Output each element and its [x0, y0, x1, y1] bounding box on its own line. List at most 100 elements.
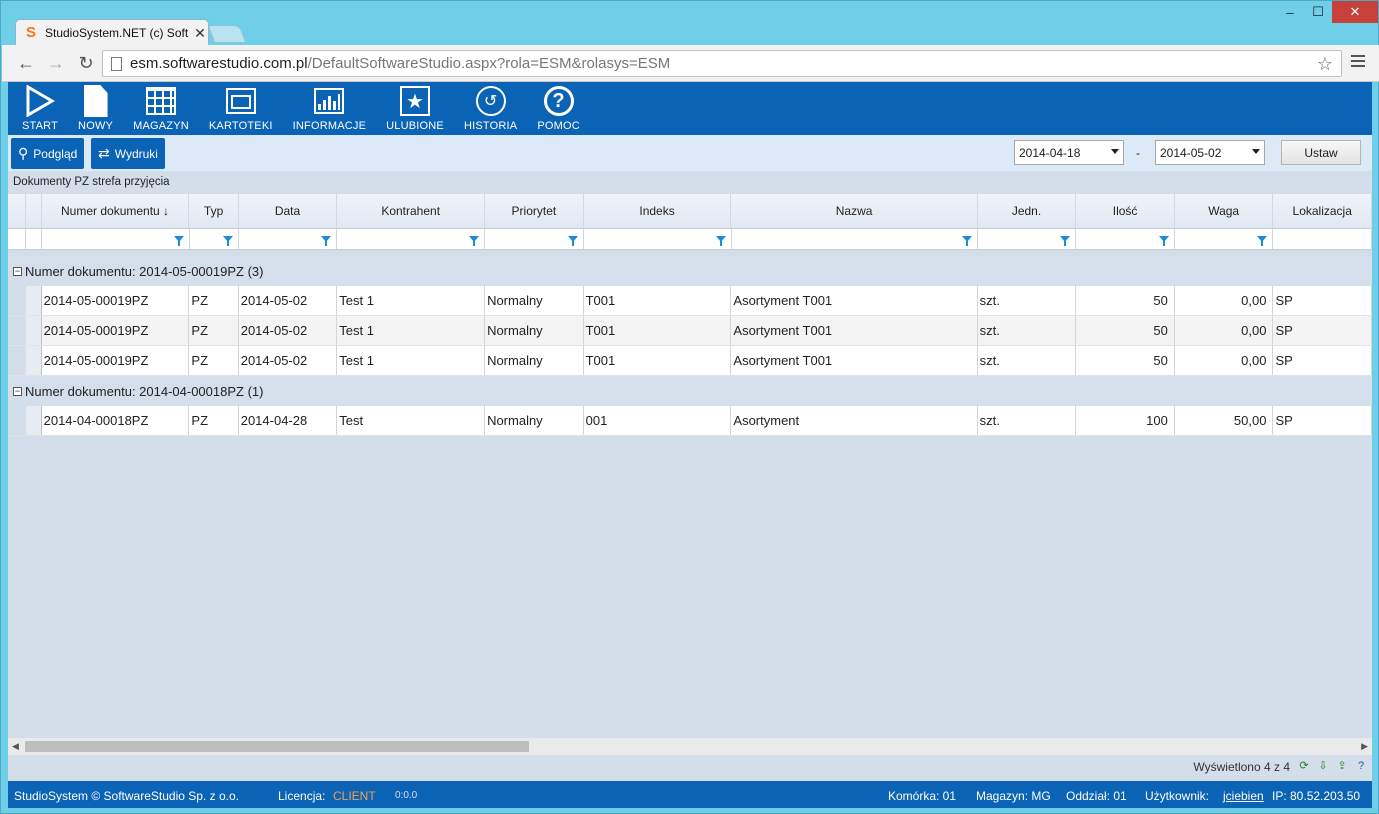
browser-menu-icon[interactable] [1351, 55, 1365, 70]
column-filter[interactable] [732, 229, 978, 249]
filter-funnel-icon[interactable] [715, 236, 726, 246]
filter-funnel-icon[interactable] [173, 236, 184, 246]
column-header[interactable]: Typ [189, 194, 239, 228]
close-window-button[interactable]: ✕ [1332, 1, 1378, 23]
filter-funnel-icon[interactable] [1060, 236, 1071, 246]
column-filter[interactable] [584, 229, 732, 249]
grid-filter-row [8, 229, 1372, 250]
column-header[interactable]: Kontrahent [337, 194, 486, 228]
column-header[interactable]: Jedn. [978, 194, 1077, 228]
scrollbar-thumb[interactable] [25, 741, 529, 752]
column-filter[interactable] [239, 229, 338, 249]
collapse-minus-icon[interactable]: − [13, 266, 22, 276]
filter-funnel-icon[interactable] [469, 236, 480, 246]
column-filter[interactable] [42, 229, 190, 249]
bookmark-star-icon[interactable]: ☆ [1317, 54, 1333, 75]
toolbar-start[interactable]: START [12, 82, 68, 135]
row-selector[interactable] [25, 316, 42, 345]
column-header[interactable]: Lokalizacja [1273, 194, 1372, 228]
new-tab-button[interactable] [207, 25, 247, 43]
collapse-minus-icon[interactable]: − [13, 386, 22, 396]
column-filter[interactable] [337, 229, 486, 249]
table-row[interactable]: 2014-05-00019PZ PZ 2014-05-02 Test 1 Normaln… [8, 286, 1372, 316]
set-button[interactable]: Ustaw [1281, 140, 1361, 165]
url-input[interactable]: esm.softwarestudio.com.pl/DefaultSoftwar… [102, 50, 1342, 77]
group-row[interactable]: − Numer dokumentu: 2014-04-00018PZ (1) [8, 376, 1372, 406]
license-value: CLIENT [333, 789, 376, 803]
filter-funnel-icon[interactable] [222, 236, 233, 246]
export-icon[interactable]: ⇩ [1316, 759, 1330, 773]
toolbar-label: KARTOTEKI [208, 120, 273, 132]
group-label: Numer dokumentu: 2014-05-00019PZ (3) [25, 263, 264, 279]
toolbar-help[interactable]: ? POMOC [527, 82, 590, 135]
filter-funnel-icon[interactable] [321, 236, 332, 246]
forward-arrow-icon[interactable]: → [44, 53, 68, 73]
tab-close-icon[interactable]: ✕ [192, 25, 208, 42]
table-row[interactable]: 2014-04-00018PZ PZ 2014-04-28 Test Normalny 0… [8, 406, 1372, 436]
scroll-left-icon[interactable]: ◀ [12, 741, 19, 752]
table-cell: szt. [978, 406, 1077, 435]
table-cell: T001 [584, 286, 732, 315]
row-selector[interactable] [25, 346, 42, 375]
table-row[interactable]: 2014-05-00019PZ PZ 2014-05-02 Test 1 Normaln… [8, 346, 1372, 376]
table-cell: Normalny [485, 406, 584, 435]
user-link[interactable]: jciebien [1223, 789, 1264, 803]
filter-funnel-icon[interactable] [961, 236, 972, 246]
import-icon[interactable]: ⇪ [1335, 759, 1349, 773]
date-from-value: 2014-04-18 [1019, 145, 1081, 160]
maximize-button[interactable]: ☐ [1304, 1, 1332, 23]
column-header[interactable]: Data [239, 194, 338, 228]
column-header[interactable]: Numer dokumentu ↓ [42, 194, 190, 228]
column-header[interactable]: Nazwa [731, 194, 978, 228]
column-filter[interactable] [1076, 229, 1175, 249]
new-document-icon [80, 85, 112, 117]
toolbar-warehouse[interactable]: MAGAZYN [123, 82, 199, 135]
back-arrow-icon[interactable]: ← [14, 53, 38, 73]
help-circle-icon[interactable]: ? [1354, 759, 1368, 773]
studiosystem-logo-icon: S [26, 24, 37, 41]
row-selector[interactable] [25, 286, 42, 315]
browser-tab[interactable]: S StudioSystem.NET (c) Soft ✕ [15, 19, 209, 46]
column-filter[interactable] [1273, 229, 1372, 249]
toolbar-favorites[interactable]: ★ ULUBIONE [376, 82, 454, 135]
toolbar-new[interactable]: NOWY [68, 82, 123, 135]
prints-button[interactable]: ⇄ Wydruki [91, 138, 165, 169]
table-cell: PZ [189, 286, 239, 315]
scroll-right-icon[interactable]: ▶ [1361, 741, 1368, 752]
column-filter[interactable] [1175, 229, 1274, 249]
toolbar-information[interactable]: INFORMACJE [283, 82, 377, 135]
group-row[interactable]: − Numer dokumentu: 2014-05-00019PZ (3) [8, 256, 1372, 286]
date-to-select[interactable]: 2014-05-02 [1155, 140, 1265, 165]
horizontal-scrollbar[interactable]: ◀ ▶ [8, 738, 1372, 755]
url-path: /DefaultSoftwareStudio.aspx?rola=ESM&rol… [307, 55, 671, 72]
app-area: START NOWY MAGAZYN KARTOTEKI INFORMACJE … [8, 82, 1372, 808]
table-cell: T001 [584, 346, 732, 375]
column-filter[interactable] [485, 229, 584, 249]
cell-info: Komórka: 01 [888, 789, 957, 803]
reload-icon[interactable]: ↻ [74, 53, 98, 73]
refresh-icon[interactable]: ⟳ [1297, 759, 1311, 773]
date-from-select[interactable]: 2014-04-18 [1014, 140, 1124, 165]
filter-funnel-icon[interactable] [567, 236, 578, 246]
column-header[interactable]: Ilość [1076, 194, 1175, 228]
column-header[interactable]: Waga [1175, 194, 1274, 228]
toolbar-card-index[interactable]: KARTOTEKI [199, 82, 283, 135]
table-cell: Test [337, 406, 486, 435]
column-filter[interactable] [190, 229, 239, 249]
table-row[interactable]: 2014-05-00019PZ PZ 2014-05-02 Test 1 Normaln… [8, 316, 1372, 346]
magnifier-icon: ⚲ [18, 145, 29, 161]
filter-funnel-icon[interactable] [1158, 236, 1169, 246]
toolbar-label: ULUBIONE [386, 120, 444, 132]
main-toolbar: START NOWY MAGAZYN KARTOTEKI INFORMACJE … [8, 82, 1372, 135]
help-icon: ? [543, 85, 575, 117]
column-header[interactable]: Indeks [584, 194, 732, 228]
table-cell: szt. [978, 286, 1077, 315]
minimize-button[interactable]: – [1276, 1, 1304, 23]
preview-label: Podgląd [33, 146, 78, 161]
column-header[interactable]: Priorytet [485, 194, 584, 228]
toolbar-history[interactable]: ↺ HISTORIA [454, 82, 527, 135]
column-filter[interactable] [978, 229, 1077, 249]
filter-funnel-icon[interactable] [1257, 236, 1268, 246]
row-selector[interactable] [25, 406, 42, 435]
preview-button[interactable]: ⚲ Podgląd [11, 138, 85, 169]
